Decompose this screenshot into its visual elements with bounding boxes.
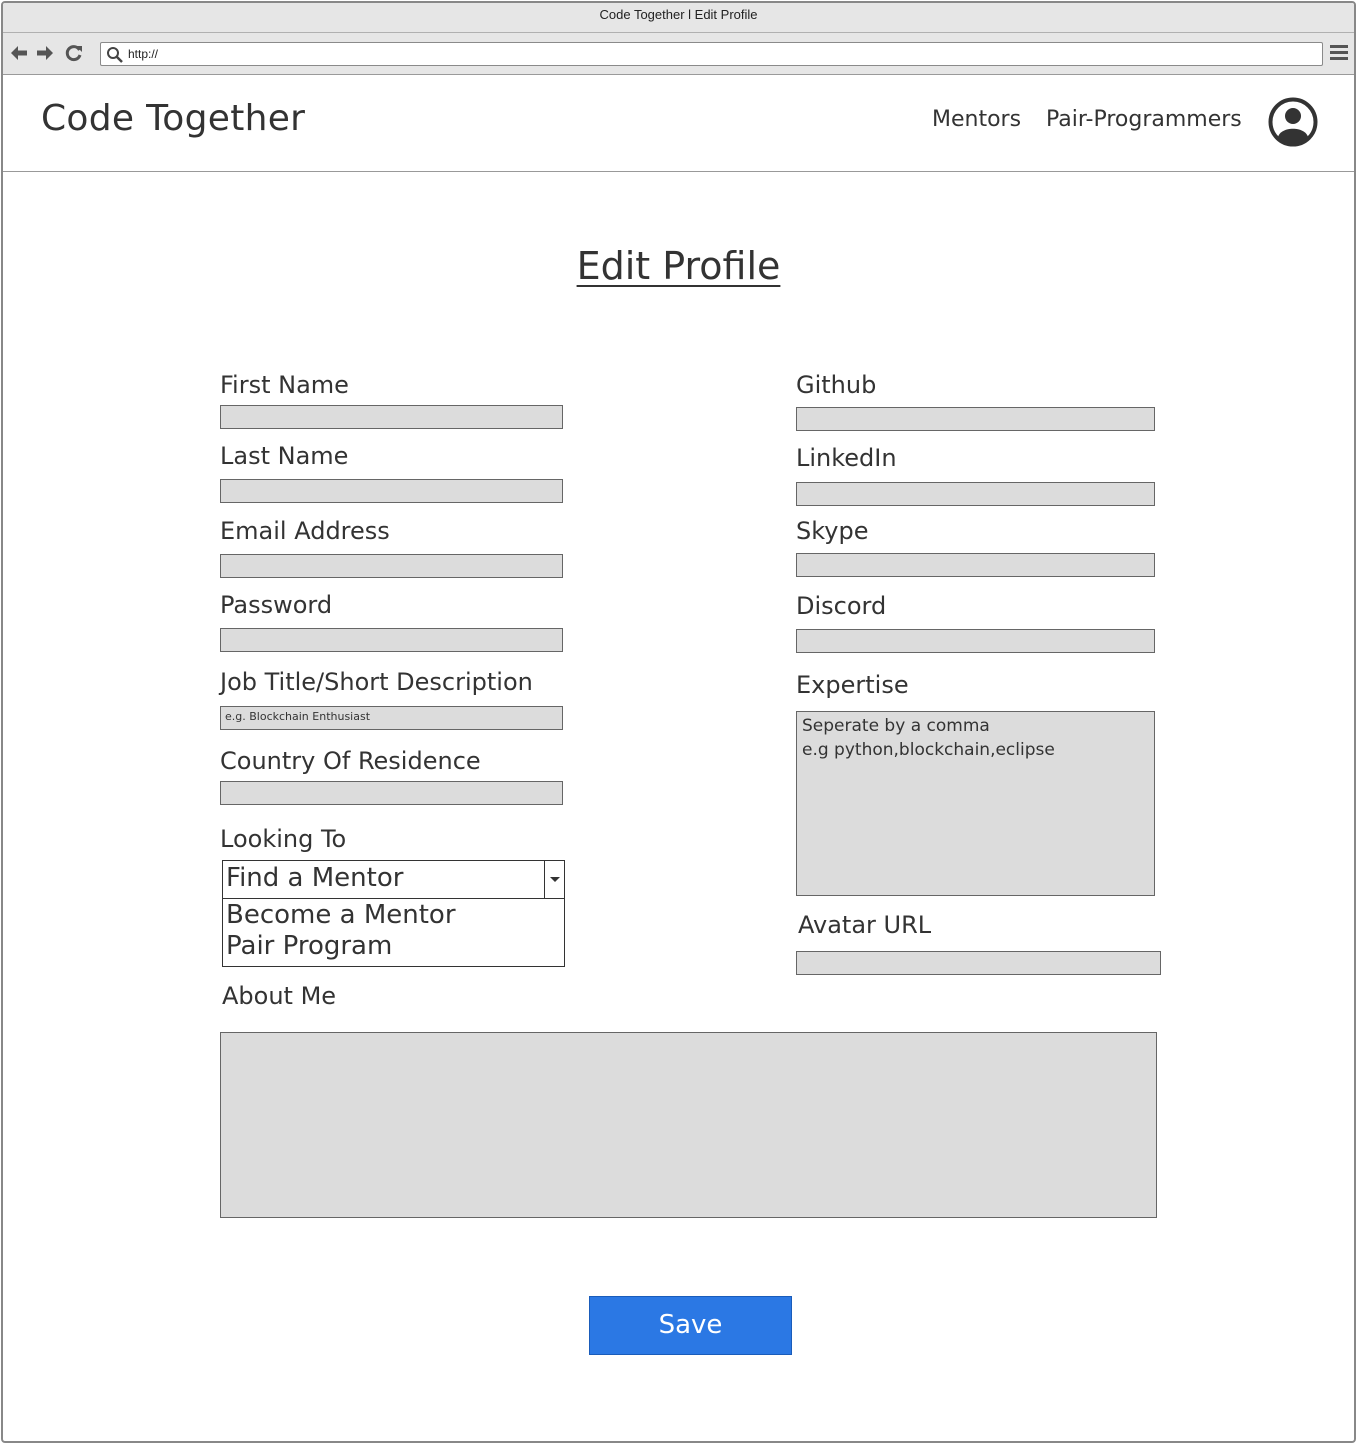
skype-label: Skype (796, 517, 869, 545)
page-title: Edit Profile (3, 244, 1354, 288)
last-name-input[interactable] (220, 479, 563, 503)
country-input[interactable] (220, 781, 563, 805)
avatar-url-input[interactable] (796, 951, 1161, 975)
app-header: Code Together Mentors Pair-Programmers (3, 76, 1354, 172)
url-text: http:// (128, 47, 159, 61)
discord-input[interactable] (796, 629, 1155, 653)
looking-to-option-pair-program[interactable]: Pair Program (226, 931, 392, 961)
window-titlebar: Code Together l Edit Profile (3, 3, 1354, 33)
brand-logo-text[interactable]: Code Together (41, 98, 305, 139)
search-icon (106, 46, 124, 64)
email-label: Email Address (220, 517, 390, 545)
user-avatar-icon[interactable] (1268, 97, 1318, 147)
skype-input[interactable] (796, 553, 1155, 577)
window-title: Code Together l Edit Profile (599, 7, 758, 22)
job-title-input[interactable]: e.g. Blockchain Enthusiast (220, 706, 563, 730)
about-me-textarea[interactable] (220, 1032, 1157, 1218)
linkedin-input[interactable] (796, 482, 1155, 506)
about-me-label: About Me (222, 982, 337, 1010)
country-label: Country Of Residence (220, 747, 481, 775)
browser-toolbar: http:// (3, 33, 1354, 75)
expertise-label: Expertise (796, 671, 909, 699)
nav-pair-programmers-link[interactable]: Pair-Programmers (1046, 107, 1242, 132)
expertise-placeholder: Seperate by a comma e.g python,blockchai… (802, 714, 1055, 762)
looking-to-selected[interactable]: Find a Mentor (223, 861, 564, 899)
discord-label: Discord (796, 592, 887, 620)
back-arrow-icon[interactable] (9, 43, 29, 63)
email-input[interactable] (220, 554, 563, 578)
password-input[interactable] (220, 628, 563, 652)
looking-to-select[interactable]: Find a Mentor Become a Mentor Pair Progr… (222, 860, 565, 967)
looking-to-selected-value: Find a Mentor (226, 863, 404, 893)
last-name-label: Last Name (220, 442, 349, 470)
expertise-textarea[interactable]: Seperate by a comma e.g python,blockchai… (796, 711, 1155, 896)
forward-arrow-icon[interactable] (35, 43, 55, 63)
password-label: Password (220, 591, 333, 619)
linkedin-label: LinkedIn (796, 444, 897, 472)
looking-to-label: Looking To (220, 825, 347, 853)
save-button[interactable]: Save (589, 1296, 792, 1355)
looking-to-option-become-mentor[interactable]: Become a Mentor (226, 900, 456, 930)
hamburger-menu-icon[interactable] (1330, 45, 1348, 61)
expertise-placeholder-line1: Seperate by a comma (802, 716, 990, 736)
job-title-placeholder: e.g. Blockchain Enthusiast (225, 710, 371, 723)
page-title-text: Edit Profile (576, 244, 781, 288)
first-name-label: First Name (220, 371, 349, 399)
nav-mentors-link[interactable]: Mentors (932, 107, 1021, 132)
url-bar[interactable]: http:// (100, 42, 1323, 66)
github-input[interactable] (796, 407, 1155, 431)
browser-window: Code Together l Edit Profile http:// Cod… (1, 1, 1356, 1443)
github-label: Github (796, 371, 877, 399)
avatar-url-label: Avatar URL (798, 911, 932, 939)
first-name-input[interactable] (220, 405, 563, 429)
dropdown-arrow-icon[interactable] (544, 861, 564, 898)
expertise-placeholder-line2: e.g python,blockchain,eclipse (802, 740, 1055, 760)
reload-icon[interactable] (64, 43, 84, 63)
job-title-label: Job Title/Short Description (220, 668, 533, 696)
